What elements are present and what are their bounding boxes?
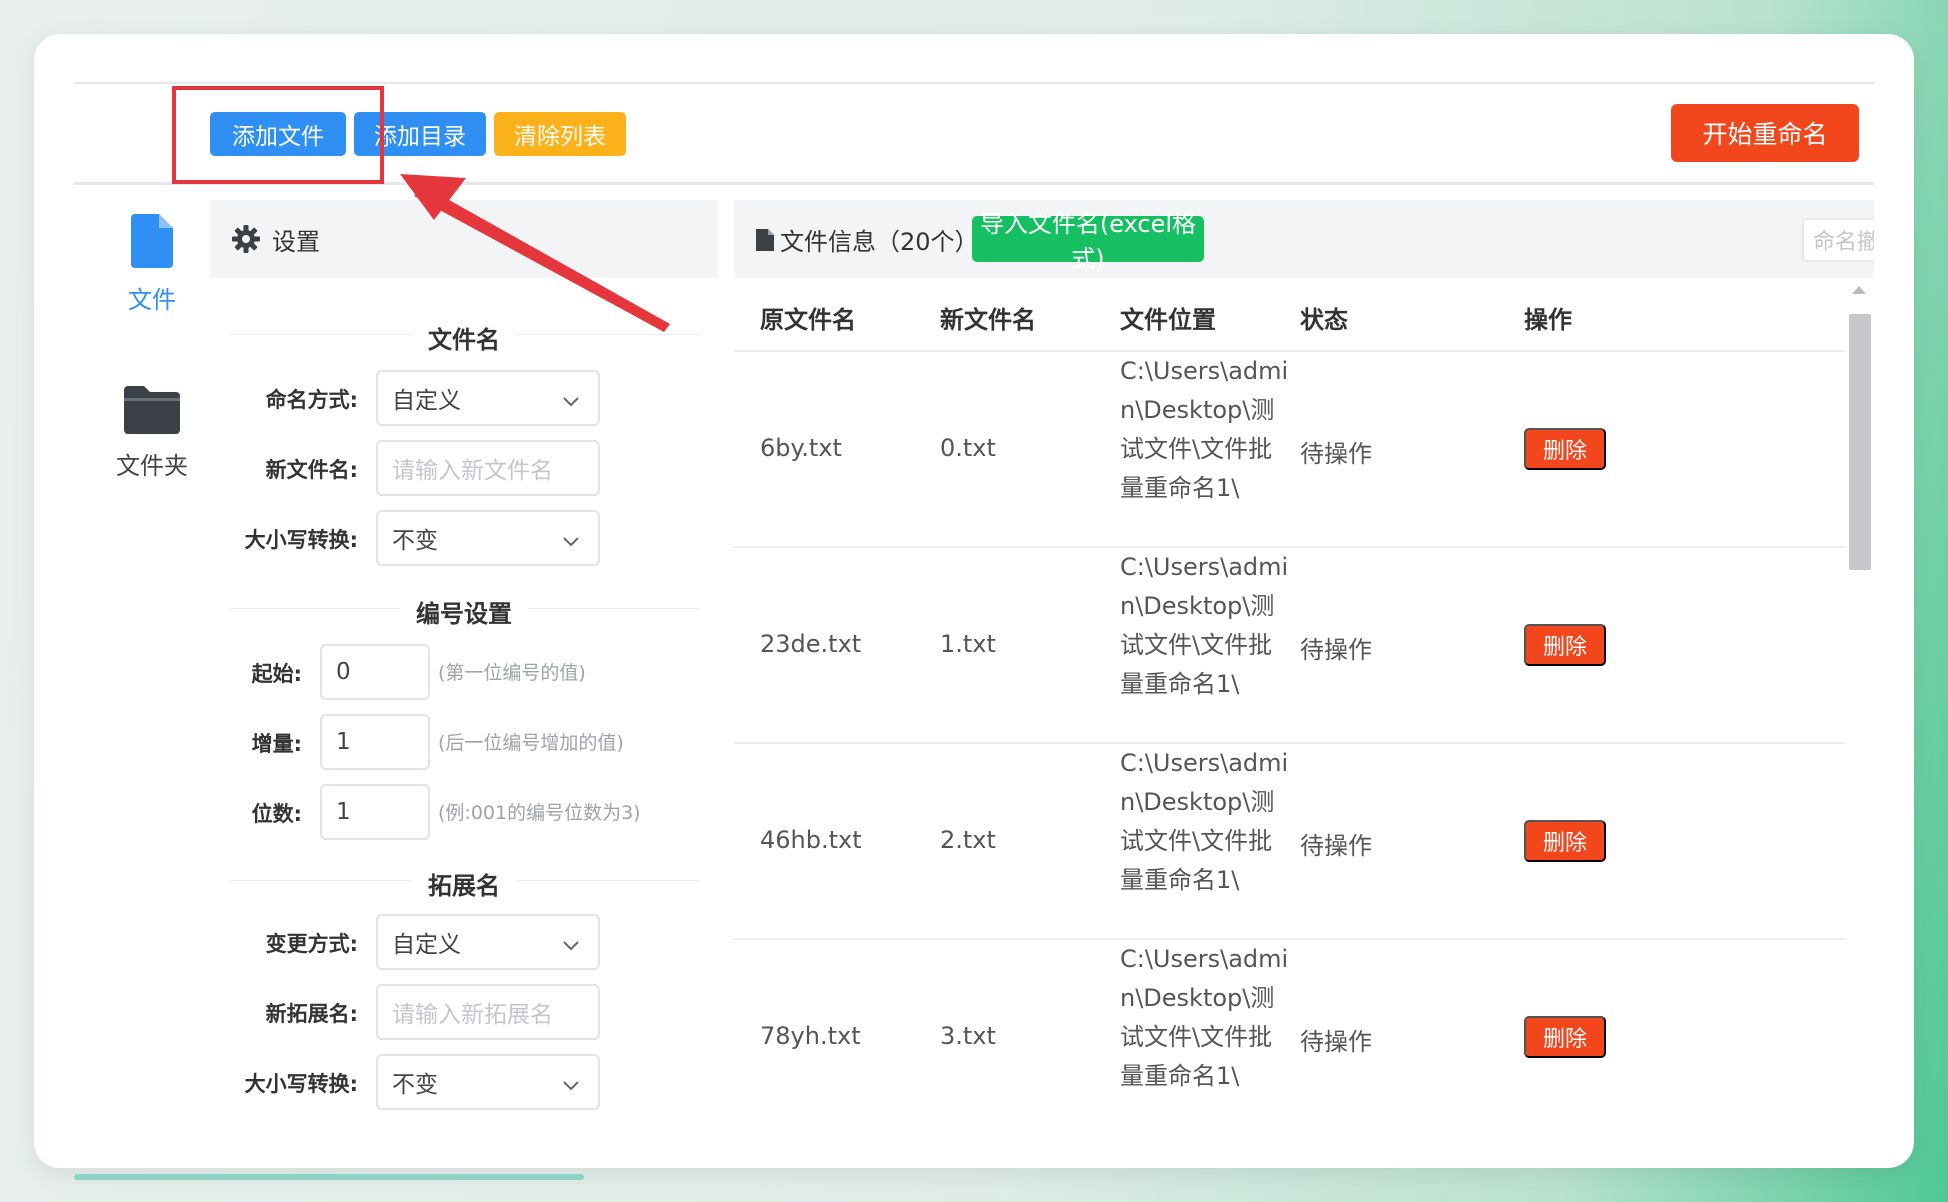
increment-input[interactable]: 1 (320, 714, 430, 770)
file-info-title: 文件信息（20个） (756, 222, 979, 257)
gear-icon (232, 225, 260, 253)
ext-mode-label: 变更方式: (265, 932, 358, 956)
delete-button[interactable]: 删除 (1524, 820, 1606, 862)
naming-mode-select[interactable]: 自定义 (376, 370, 600, 426)
cell-new-name: 2.txt (940, 826, 996, 854)
file-info-header: 文件信息（20个） 导入文件名(excel格式) 命名撤回 (734, 200, 1874, 278)
chevron-down-icon (562, 528, 580, 554)
clear-list-button[interactable]: 清除列表 (494, 112, 626, 156)
cell-location: C:\Users\admin\Desktop\测试文件\文件批量重命名1\ (1120, 749, 1289, 894)
case-convert-select[interactable]: 不变 (376, 510, 600, 566)
delete-button[interactable]: 删除 (1524, 1016, 1606, 1058)
settings-title: 设置 (272, 227, 320, 256)
nav-label-folder: 文件夹 (116, 452, 188, 480)
ext-mode-select[interactable]: 自定义 (376, 914, 600, 970)
document-icon (756, 228, 774, 251)
increment-label: 增量: (251, 732, 302, 756)
column-location: 文件位置 (1120, 306, 1216, 334)
app-container: 添加文件 添加目录 清除列表 开始重命名 文件 文件夹 设置 文件名 命名方式:… (74, 82, 1874, 1134)
section-title-filename: 文件名 (210, 320, 718, 355)
cell-status: 待操作 (1300, 440, 1372, 468)
new-name-input[interactable]: 请输入新文件名 (376, 440, 600, 496)
import-excel-button[interactable]: 导入文件名(excel格式) (972, 210, 1204, 273)
column-status: 状态 (1300, 306, 1348, 334)
scroll-indicator (74, 1174, 584, 1180)
delete-button[interactable]: 删除 (1524, 624, 1606, 666)
annotation-highlight-box (172, 86, 384, 184)
nav-item-folder[interactable]: 文件夹 (102, 386, 202, 481)
column-new-name: 新文件名 (940, 306, 1036, 334)
start-rename-button[interactable]: 开始重命名 (1671, 104, 1859, 162)
start-input[interactable]: 0 (320, 644, 430, 700)
cell-original-name: 23de.txt (760, 630, 862, 658)
new-ext-input[interactable]: 请输入新拓展名 (376, 984, 600, 1040)
table-header: 原文件名 新文件名 文件位置 状态 操作 (734, 278, 1846, 352)
chevron-down-icon (562, 388, 580, 414)
cell-original-name: 46hb.txt (760, 826, 862, 854)
cell-new-name: 0.txt (940, 434, 996, 462)
start-hint: (第一位编号的值) (438, 662, 586, 684)
digits-hint: (例:001的编号位数为3) (438, 802, 641, 824)
column-action: 操作 (1524, 306, 1572, 334)
start-label: 起始: (251, 662, 302, 686)
cell-new-name: 1.txt (940, 630, 996, 658)
new-name-label: 新文件名: (265, 458, 358, 482)
nav-item-file[interactable]: 文件 (102, 214, 202, 315)
ext-case-select[interactable]: 不变 (376, 1054, 600, 1110)
digits-label: 位数: (251, 802, 302, 826)
cell-status: 待操作 (1300, 832, 1372, 860)
cell-location: C:\Users\admin\Desktop\测试文件\文件批量重命名1\ (1120, 945, 1289, 1090)
scroll-up-arrow-icon[interactable] (1852, 286, 1866, 294)
delete-button[interactable]: 删除 (1524, 428, 1606, 470)
column-original-name: 原文件名 (760, 306, 856, 334)
scrollbar-thumb[interactable] (1849, 314, 1871, 570)
cell-status: 待操作 (1300, 636, 1372, 664)
file-info-panel: 文件信息（20个） 导入文件名(excel格式) 命名撤回 原文件名 新文件名 … (734, 200, 1874, 1134)
ext-case-label: 大小写转换: (244, 1072, 358, 1096)
cell-location: C:\Users\admin\Desktop\测试文件\文件批量重命名1\ (1120, 553, 1289, 698)
section-title-numbering: 编号设置 (210, 594, 718, 629)
folder-icon (124, 386, 180, 438)
table-row: 6by.txt 0.txt C:\Users\admin\Desktop\测试文… (734, 350, 1846, 548)
section-title-extension: 拓展名 (210, 866, 718, 901)
chevron-down-icon (562, 1072, 580, 1098)
table-row: 78yh.txt 3.txt C:\Users\admin\Desktop\测试… (734, 938, 1846, 1134)
settings-panel: 设置 文件名 命名方式: 自定义 新文件名: 请输入新文件名 大小写转换: 不变… (210, 200, 718, 1134)
table-row: 23de.txt 1.txt C:\Users\admin\Desktop\测试… (734, 546, 1846, 744)
undo-rename-button[interactable]: 命名撤回 (1802, 218, 1874, 262)
digits-input[interactable]: 1 (320, 784, 430, 840)
cell-new-name: 3.txt (940, 1022, 996, 1050)
file-icon (131, 214, 173, 272)
cell-location: C:\Users\admin\Desktop\测试文件\文件批量重命名1\ (1120, 357, 1289, 502)
nav-label-file: 文件 (128, 286, 176, 314)
new-ext-label: 新拓展名: (265, 1002, 358, 1026)
table-row: 46hb.txt 2.txt C:\Users\admin\Desktop\测试… (734, 742, 1846, 940)
increment-hint: (后一位编号增加的值) (438, 732, 624, 754)
naming-mode-label: 命名方式: (265, 388, 358, 412)
cell-status: 待操作 (1300, 1028, 1372, 1056)
cell-original-name: 78yh.txt (760, 1022, 861, 1050)
cell-original-name: 6by.txt (760, 434, 842, 462)
settings-header: 设置 (210, 200, 718, 278)
chevron-down-icon (562, 932, 580, 958)
case-convert-label: 大小写转换: (244, 528, 358, 552)
